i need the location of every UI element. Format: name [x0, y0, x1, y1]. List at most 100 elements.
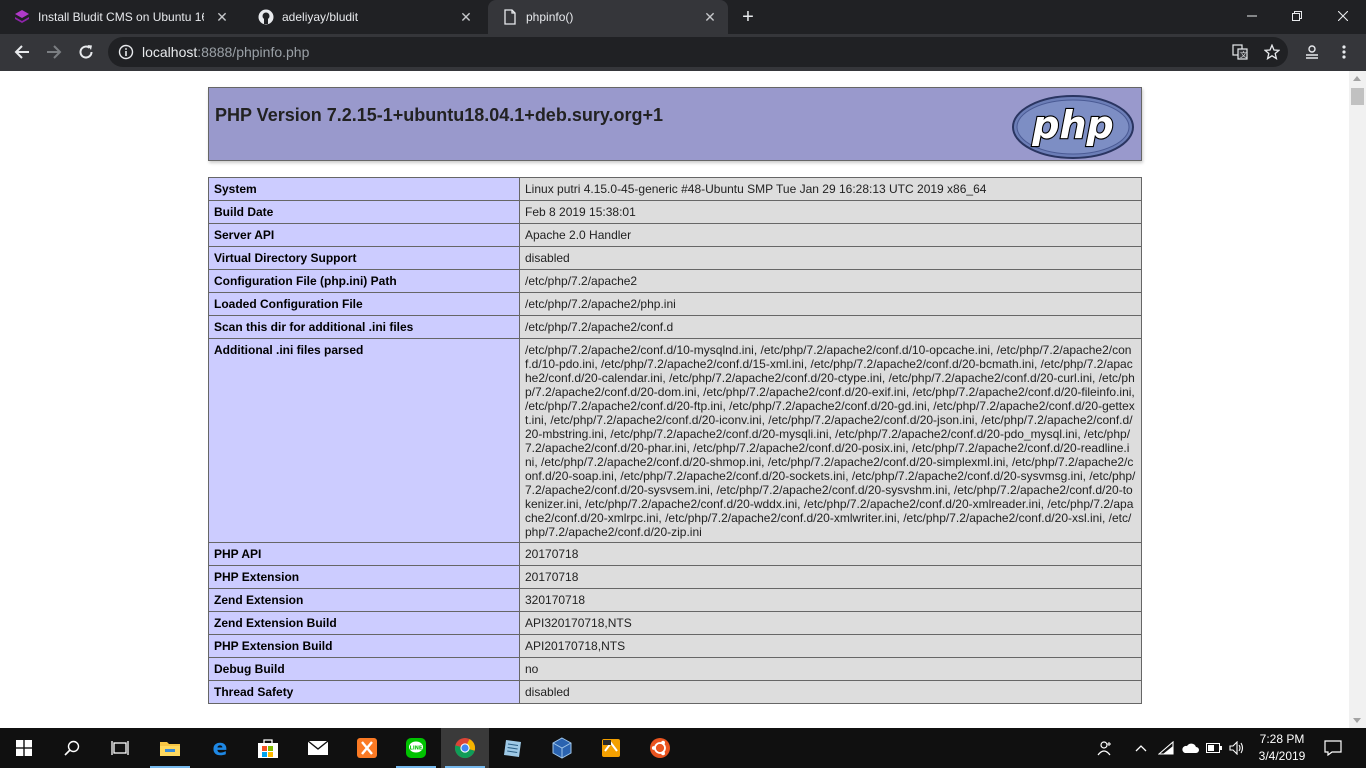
php-logo-text: php	[1031, 103, 1113, 147]
onedrive-icon[interactable]	[1179, 728, 1201, 768]
show-hidden-icons-icon[interactable]	[1132, 728, 1150, 768]
notepad-icon	[504, 740, 521, 757]
info-value: /etc/php/7.2/apache2/conf.d	[519, 315, 1142, 339]
info-table-row: Build Date Feb 8 2019 15:38:01	[208, 200, 1142, 224]
taskbar-edge[interactable]: e	[196, 728, 244, 768]
clock-time: 7:28 PM	[1259, 732, 1305, 746]
tab-title: phpinfo()	[526, 10, 574, 24]
translate-button[interactable]: 文	[1226, 38, 1254, 66]
start-button[interactable]	[0, 728, 48, 768]
info-value: disabled	[519, 246, 1142, 270]
svg-text:e: e	[213, 737, 228, 759]
info-value: Feb 8 2019 15:38:01	[519, 200, 1142, 224]
scrollbar-thumb[interactable]	[1351, 88, 1364, 105]
people-icon[interactable]	[1094, 728, 1116, 768]
close-tab-icon[interactable]: ✕	[700, 7, 720, 27]
taskbar-line[interactable]: LINE	[392, 728, 440, 768]
info-table-row: Zend Extension Build API320170718,NTS	[208, 611, 1142, 635]
clock-date: 3/4/2019	[1258, 749, 1306, 763]
forward-button[interactable]	[40, 38, 68, 66]
store-icon	[258, 739, 278, 758]
svg-text:LINE: LINE	[410, 746, 423, 752]
page-scrollbar[interactable]	[1349, 71, 1366, 728]
info-value: /etc/php/7.2/apache2/conf.d/10-mysqlnd.i…	[519, 338, 1142, 543]
taskbar-ubuntu[interactable]	[636, 728, 684, 768]
chrome-icon	[454, 738, 476, 759]
taskbar-xampp[interactable]	[343, 728, 391, 768]
network-icon[interactable]	[1156, 728, 1176, 768]
info-label: Additional .ini files parsed	[208, 338, 520, 543]
search-button[interactable]	[48, 728, 96, 768]
info-value: API20170718,NTS	[519, 634, 1142, 658]
windows-taskbar: e LINE 7:28 PM 3/4/2019	[0, 728, 1366, 768]
task-view-icon	[111, 741, 129, 755]
address-bar[interactable]: localhost:8888/phpinfo.php	[108, 37, 1288, 67]
extension-icon	[1306, 45, 1318, 59]
menu-button[interactable]	[1330, 38, 1358, 66]
back-button[interactable]	[8, 38, 36, 66]
url-text: localhost:8888/phpinfo.php	[142, 44, 309, 60]
info-value: Linux putri 4.15.0-45-generic #48-Ubuntu…	[519, 177, 1142, 201]
info-table-row: System Linux putri 4.15.0-45-generic #48-…	[208, 177, 1142, 201]
url-path: :8888/phpinfo.php	[197, 44, 310, 60]
editor-app-icon	[602, 739, 620, 757]
volume-icon[interactable]	[1227, 728, 1247, 768]
tab-bludit-install[interactable]: Install Bludit CMS on Ubuntu 16.04 ✕	[0, 0, 240, 34]
info-label: Zend Extension	[208, 588, 520, 612]
mail-icon	[307, 740, 329, 755]
scroll-up-icon[interactable]	[1353, 76, 1361, 81]
close-tab-icon[interactable]: ✕	[212, 7, 232, 27]
bookmark-star-button[interactable]	[1258, 38, 1286, 66]
back-arrow-icon	[14, 45, 29, 59]
info-table-row: Configuration File (php.ini) Path/etc/ph…	[208, 269, 1142, 293]
info-label: Loaded Configuration File	[208, 292, 520, 316]
browser-toolbar: localhost:8888/phpinfo.php 文	[0, 34, 1366, 71]
info-label: Virtual Directory Support	[208, 246, 520, 270]
taskbar-notes-app[interactable]	[489, 728, 537, 768]
taskbar-app-sublime[interactable]	[587, 728, 635, 768]
task-view-button[interactable]	[96, 728, 144, 768]
folder-icon	[160, 742, 180, 756]
restore-button[interactable]	[1274, 0, 1320, 32]
info-table-row: PHP Extension 20170718	[208, 565, 1142, 589]
php-logo-icon[interactable]: php	[1011, 94, 1135, 160]
taskbar-clock[interactable]: 7:28 PM 3/4/2019	[1250, 731, 1314, 765]
info-label: Scan this dir for additional .ini files	[208, 315, 520, 339]
battery-icon[interactable]	[1204, 728, 1224, 768]
taskbar-store[interactable]	[244, 728, 292, 768]
tab-phpinfo[interactable]: phpinfo() ✕	[488, 0, 728, 34]
site-info-icon[interactable]	[118, 44, 134, 60]
info-label: Server API	[208, 223, 520, 247]
reload-button[interactable]	[72, 38, 100, 66]
tab-github-bludit[interactable]: adeliyay/bludit ✕	[244, 0, 484, 34]
close-window-button[interactable]	[1320, 0, 1366, 32]
info-table-row: Server API Apache 2.0 Handler	[208, 223, 1142, 247]
line-app-icon: LINE	[406, 738, 426, 758]
taskbar-chrome[interactable]	[441, 728, 489, 768]
new-tab-button[interactable]: +	[737, 6, 759, 28]
taskbar-virtualbox[interactable]	[538, 728, 586, 768]
scroll-down-icon[interactable]	[1353, 718, 1361, 723]
info-table-row: Debug Build no	[208, 657, 1142, 681]
info-value: disabled	[519, 680, 1142, 704]
info-label: PHP Extension Build	[208, 634, 520, 658]
close-tab-icon[interactable]: ✕	[456, 7, 476, 27]
tab-title: adeliyay/bludit	[282, 10, 359, 24]
extension-button[interactable]	[1298, 38, 1326, 66]
info-label: Build Date	[208, 200, 520, 224]
virtualbox-icon	[552, 737, 572, 759]
github-icon	[258, 9, 274, 25]
taskbar-mail[interactable]	[294, 728, 342, 768]
action-center-icon[interactable]	[1318, 728, 1348, 768]
php-info-table: System Linux putri 4.15.0-45-generic #48-…	[208, 177, 1142, 704]
xampp-icon	[357, 738, 377, 758]
svg-text:文: 文	[1240, 50, 1247, 59]
page-viewport: PHP Version 7.2.15-1+ubuntu18.04.1+deb.s…	[0, 71, 1349, 728]
taskbar-file-explorer[interactable]	[146, 728, 194, 768]
info-table-row: Zend Extension 320170718	[208, 588, 1142, 612]
info-table-row: Thread Safety disabled	[208, 680, 1142, 704]
info-table-row: Scan this dir for additional .ini files /…	[208, 315, 1142, 339]
info-table-row: Additional .ini files parsed/etc/php/7.2…	[208, 338, 1142, 543]
minimize-button[interactable]	[1229, 0, 1275, 32]
star-icon	[1264, 44, 1280, 60]
